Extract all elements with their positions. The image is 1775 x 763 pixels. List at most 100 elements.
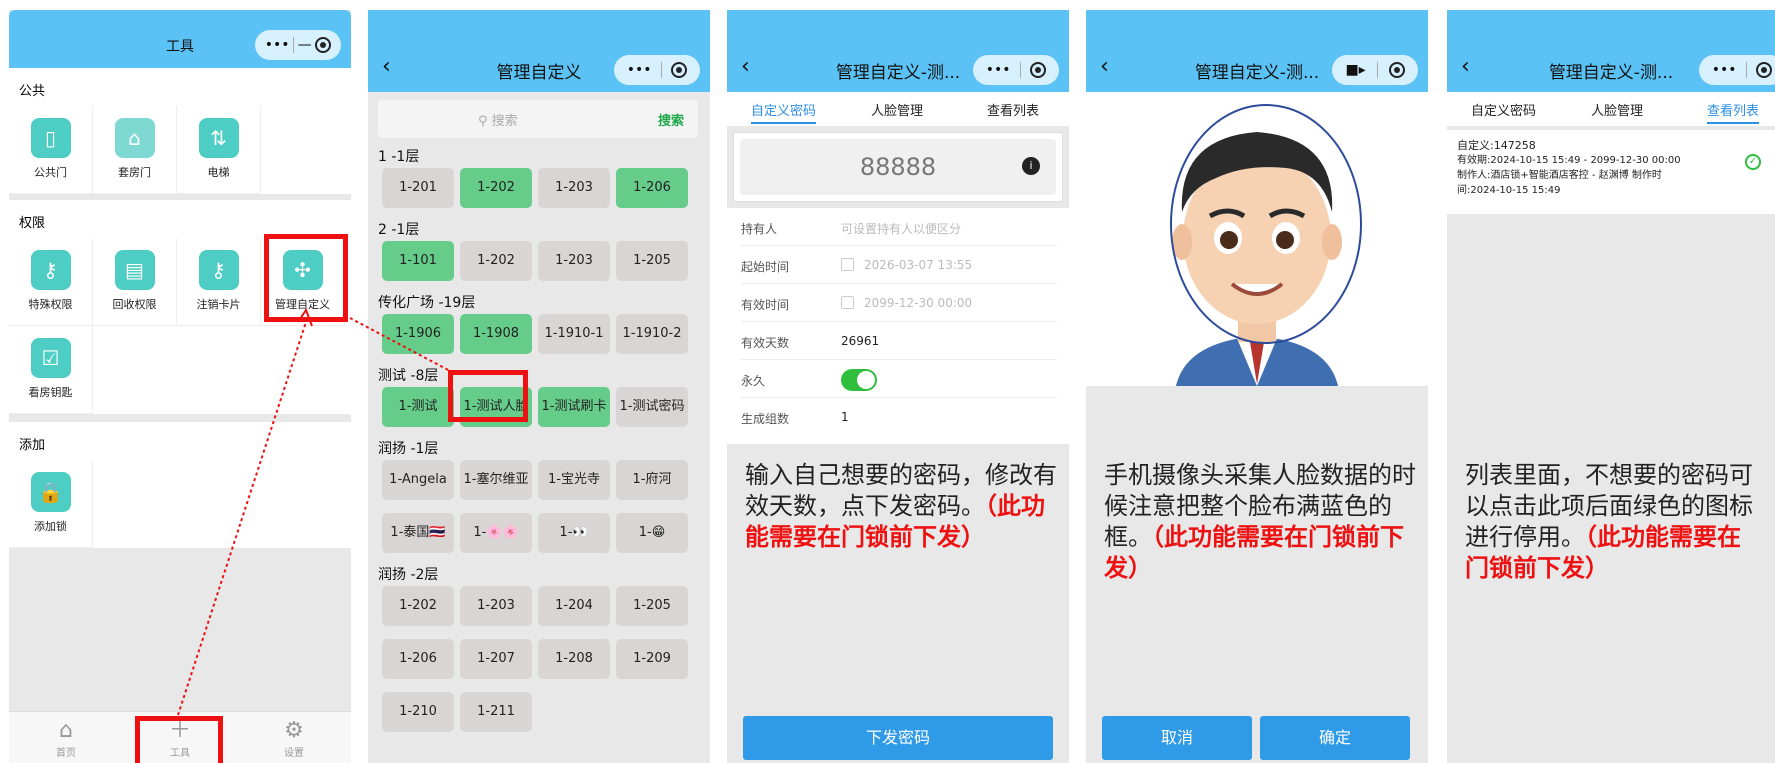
capsule-divider	[293, 37, 295, 53]
tab-face-management[interactable]: 人脸管理	[871, 100, 923, 119]
item-maker: 制作人:酒店锁+智能酒店客控 - 赵渊博 制作时	[1457, 170, 1662, 181]
tab-custom-password[interactable]: 自定义密码	[1471, 100, 1536, 119]
tab-view-list[interactable]: 查看列表	[987, 100, 1039, 119]
viewing-key-button[interactable]: ☑ 看房钥匙	[9, 326, 93, 414]
room-button[interactable]: 1-Angela	[382, 460, 454, 500]
holder-input[interactable]: 可设置持有人以便区分	[841, 220, 961, 237]
mini-program-capsule[interactable]: •••	[1699, 55, 1775, 85]
start-time-field[interactable]: 2026-03-07 13:55	[841, 258, 972, 272]
room-button[interactable]: 1-205	[616, 586, 688, 626]
groups-input[interactable]: 1	[841, 410, 849, 424]
search-placeholder: 搜索	[491, 114, 518, 129]
room-button[interactable]: 1-210	[382, 692, 454, 732]
minimize-icon[interactable]: —	[298, 37, 312, 53]
close-target-icon[interactable]	[1030, 62, 1047, 78]
instruction-text: 列表里面，不想要的密码可以点击此项后面绿色的图标进行停用。（此功能需要在门锁前下…	[1465, 460, 1761, 584]
elevator-button[interactable]: ⇅ 电梯	[177, 106, 261, 194]
more-icon[interactable]: •••	[986, 62, 1011, 78]
close-target-icon[interactable]	[1756, 62, 1773, 78]
room-button[interactable]: 1-202	[382, 586, 454, 626]
room-button[interactable]: 1-211	[460, 692, 532, 732]
room-button[interactable]: 1-206	[382, 639, 454, 679]
room-button[interactable]: 1-203	[460, 586, 532, 626]
section-public: 公共	[9, 68, 351, 106]
tab-settings[interactable]: ⚙ 设置	[254, 718, 334, 759]
room-button[interactable]: 1-204	[538, 586, 610, 626]
room-button[interactable]: 1-201	[382, 168, 454, 208]
search-bar[interactable]: ⚲ 搜索 搜索	[378, 100, 698, 138]
floor-header: 润扬 -2层	[378, 567, 439, 583]
room-button[interactable]: 1-塞尔维亚	[460, 460, 532, 500]
suite-door-button[interactable]: ⌂ 套房门	[93, 106, 177, 194]
room-button[interactable]: 1-测试刷卡	[538, 387, 610, 427]
recycle-permission-button[interactable]: ▤ 回收权限	[93, 238, 177, 326]
confirm-button[interactable]: 确定	[1260, 716, 1410, 760]
room-button[interactable]: 1-👀	[538, 513, 610, 553]
valid-time-field[interactable]: 2099-12-30 00:00	[841, 296, 972, 310]
list-item[interactable]: 自定义:147258 有效期:2024-10-15 15:49 - 2099-1…	[1447, 130, 1775, 214]
valid-days-input[interactable]: 26961	[841, 334, 879, 348]
disable-check-icon[interactable]: ✓	[1745, 154, 1761, 170]
forever-row: 永久	[741, 360, 1057, 398]
checkbox-icon[interactable]	[841, 296, 854, 309]
mini-program-capsule[interactable]: •••	[614, 55, 700, 85]
room-button[interactable]: 1-208	[538, 639, 610, 679]
tab-home[interactable]: ⌂ 首页	[26, 718, 106, 759]
room-button[interactable]: 1-测试	[382, 387, 454, 427]
forever-toggle[interactable]	[841, 369, 877, 391]
room-button[interactable]: 1-101	[382, 241, 454, 281]
room-button[interactable]: 1-测试密码	[616, 387, 688, 427]
search-input[interactable]: ⚲ 搜索	[478, 110, 518, 129]
special-permission-button[interactable]: ⚷ 特殊权限	[9, 238, 93, 326]
more-icon[interactable]: •••	[265, 37, 290, 53]
mini-program-capsule[interactable]: •••	[973, 55, 1059, 85]
send-password-button[interactable]: 下发密码	[743, 716, 1053, 760]
valid-time-label: 有效时间	[741, 298, 790, 312]
room-button[interactable]: 1-🌸🌸	[460, 513, 532, 553]
close-target-icon[interactable]	[315, 37, 332, 53]
room-button[interactable]: 1-207	[460, 639, 532, 679]
tab-face-management[interactable]: 人脸管理	[1591, 100, 1643, 119]
public-door-button[interactable]: ▯ 公共门	[9, 106, 93, 194]
mini-program-capsule[interactable]: ••• —	[255, 30, 341, 60]
cancel-card-button[interactable]: ⚷ 注销卡片	[177, 238, 261, 326]
room-button[interactable]: 1-1908	[460, 314, 532, 354]
more-icon[interactable]: •••	[627, 62, 652, 78]
search-button[interactable]: 搜索	[658, 110, 684, 129]
room-button[interactable]: 1-😁	[616, 513, 688, 553]
room-button[interactable]: 1-1910-1	[538, 314, 610, 354]
room-button[interactable]: 1-206	[616, 168, 688, 208]
close-target-icon[interactable]	[671, 62, 688, 78]
room-button[interactable]: 1-203	[538, 241, 610, 281]
mini-program-capsule[interactable]: ■▸	[1332, 55, 1418, 85]
room-button[interactable]: 1-202	[460, 168, 532, 208]
custom-password-screen: ‹ 管理自定义-测... ••• 自定义密码 人脸管理 查看列表 88888 i…	[727, 10, 1069, 763]
room-button[interactable]: 1-205	[616, 241, 688, 281]
room-button[interactable]: 1-209	[616, 639, 688, 679]
password-input[interactable]: 88888 i	[740, 139, 1056, 195]
valid-days-row: 有效天数 26961	[741, 322, 1057, 360]
nav-bar: ‹ 管理自定义-测... ■▸	[1086, 10, 1428, 92]
info-icon[interactable]: i	[1022, 157, 1040, 175]
password-value: 88888	[859, 153, 937, 181]
valid-days-label: 有效天数	[741, 336, 790, 350]
room-button[interactable]: 1-203	[538, 168, 610, 208]
room-button[interactable]: 1-1910-2	[616, 314, 688, 354]
room-button[interactable]: 1-202	[460, 241, 532, 281]
room-button[interactable]: 1-1906	[382, 314, 454, 354]
password-form: 持有人 可设置持有人以便区分 起始时间 2026-03-07 13:55 有效时…	[727, 208, 1069, 444]
room-button[interactable]: 1-宝光寺	[538, 460, 610, 500]
checkbox-icon[interactable]	[841, 258, 854, 271]
room-button[interactable]: 1-府河	[616, 460, 688, 500]
cell-label: 特殊权限	[28, 298, 73, 311]
cancel-button[interactable]: 取消	[1102, 716, 1252, 760]
floor-header: 润扬 -1层	[378, 441, 439, 457]
more-icon[interactable]: •••	[1712, 62, 1737, 78]
tab-custom-password[interactable]: 自定义密码	[751, 100, 817, 124]
add-lock-button[interactable]: 🔒 添加锁	[9, 460, 93, 548]
tab-view-list[interactable]: 查看列表	[1707, 100, 1760, 124]
room-button[interactable]: 1-泰国🇹🇭	[382, 513, 454, 553]
camera-icon[interactable]: ■▸	[1345, 62, 1365, 78]
close-target-icon[interactable]	[1388, 62, 1405, 78]
lock-add-icon: 🔒	[30, 472, 71, 512]
